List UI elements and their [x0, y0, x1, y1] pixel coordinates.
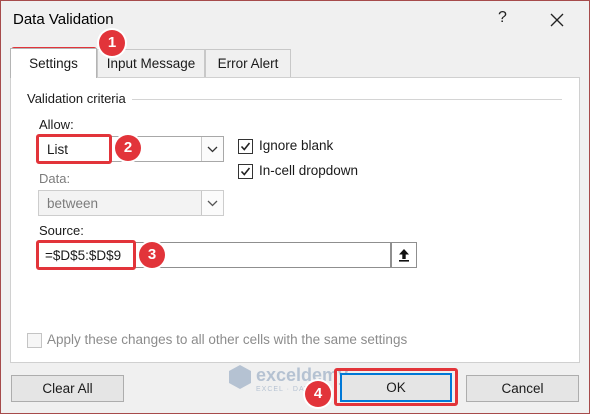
source-input[interactable]: =$D$5:$D$9	[38, 242, 391, 268]
title-bar: Data Validation ?	[1, 1, 589, 41]
watermark-name: exceldemy	[256, 365, 349, 385]
allow-label: Allow:	[39, 117, 74, 132]
tab-settings[interactable]: Settings	[10, 48, 97, 78]
step-1-badge: 1	[99, 30, 125, 56]
checkmark-icon	[240, 167, 251, 176]
help-button[interactable]: ?	[498, 9, 507, 27]
incell-dropdown-label: In-cell dropdown	[259, 163, 359, 178]
data-dropdown-button	[201, 191, 223, 215]
data-select: between	[38, 190, 224, 216]
chevron-down-icon	[207, 146, 218, 153]
group-divider	[132, 99, 562, 100]
data-value: between	[47, 196, 99, 211]
apply-all-label: Apply these changes to all other cells w…	[47, 332, 408, 347]
allow-dropdown-button[interactable]	[201, 137, 223, 161]
data-label: Data:	[39, 171, 71, 186]
exceldemy-watermark: exceldemy EXCEL · DATA · BI	[226, 363, 348, 394]
ignore-blank-label: Ignore blank	[259, 138, 334, 153]
collapse-range-button[interactable]	[391, 242, 417, 268]
clear-all-label: Clear All	[42, 381, 93, 396]
settings-panel	[10, 77, 580, 363]
dialog-title: Data Validation	[13, 11, 114, 28]
source-value: =$D$5:$D$9	[45, 248, 122, 263]
apply-all-checkbox	[27, 333, 42, 348]
chevron-down-icon	[207, 200, 218, 207]
source-label: Source:	[39, 223, 84, 238]
ignore-blank-checkbox[interactable]	[238, 139, 253, 154]
step-4-badge: 4	[305, 381, 331, 407]
allow-value: List	[47, 142, 69, 157]
step-3-badge: 3	[139, 242, 165, 268]
validation-criteria-label: Validation criteria	[27, 91, 126, 106]
ok-label: OK	[386, 380, 406, 395]
step-2-badge: 2	[115, 135, 141, 161]
close-icon	[550, 13, 564, 27]
checkmark-icon	[240, 142, 251, 151]
cancel-button[interactable]: Cancel	[466, 375, 579, 402]
clear-all-button[interactable]: Clear All	[11, 375, 124, 402]
cancel-label: Cancel	[501, 381, 544, 396]
tab-error-alert[interactable]: Error Alert	[205, 49, 291, 77]
ok-button[interactable]: OK	[340, 373, 452, 402]
data-validation-dialog: Data Validation ? Settings Input Message…	[0, 0, 590, 414]
close-button[interactable]	[544, 9, 570, 31]
collapse-range-icon	[399, 249, 409, 262]
exceldemy-logo-icon	[229, 365, 251, 389]
incell-dropdown-checkbox[interactable]	[238, 164, 253, 179]
